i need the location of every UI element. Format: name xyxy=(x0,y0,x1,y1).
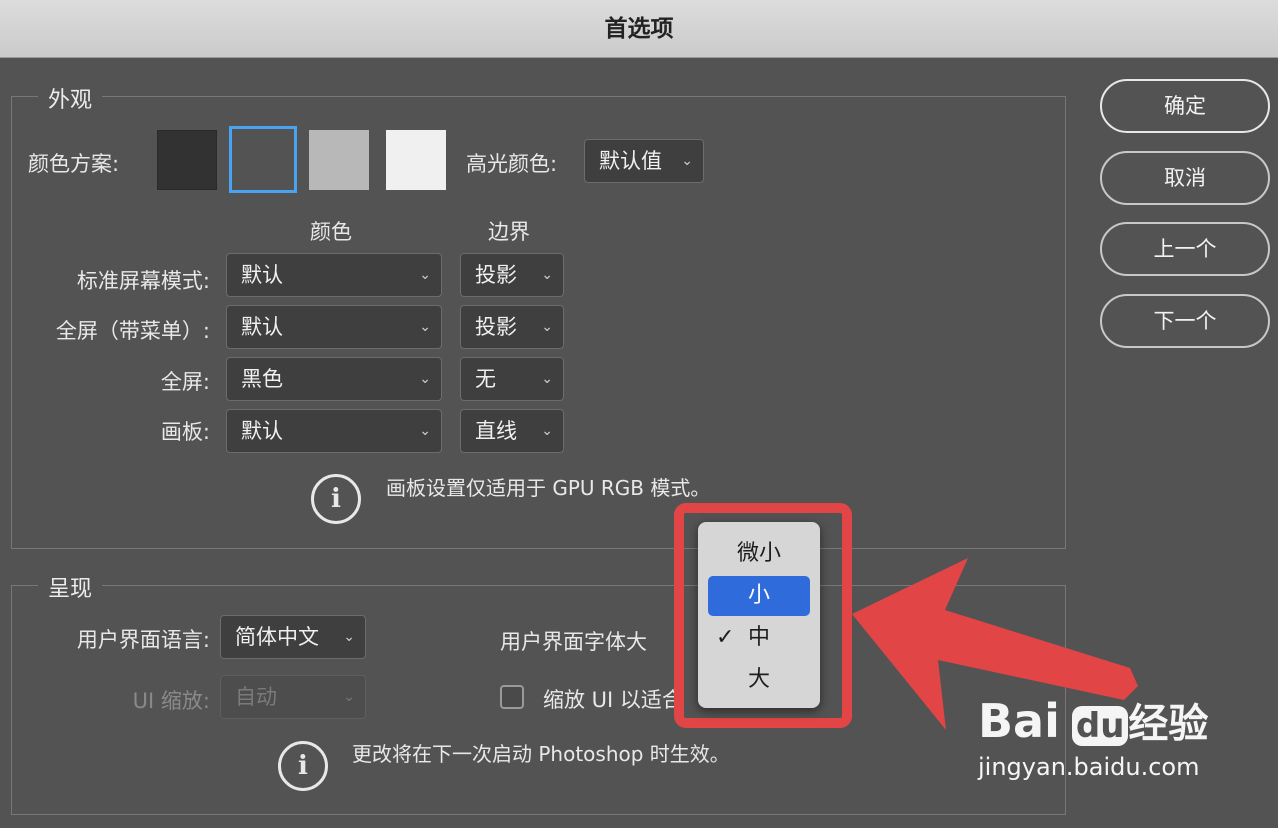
watermark-brand-du: du xyxy=(1071,706,1129,746)
option-label: 小 xyxy=(747,583,770,608)
watermark-brand-cn: 经验 xyxy=(1128,701,1209,747)
font-size-option-medium[interactable]: ✓ 中 xyxy=(708,618,810,658)
option-label: 中 xyxy=(747,625,770,650)
watermark-url: jingyan.baidu.com xyxy=(978,753,1200,781)
checkmark-icon: ✓ xyxy=(716,625,735,650)
font-size-menu: 微小 小 ✓ 中 大 xyxy=(698,522,820,708)
watermark-brand-bai: Bai xyxy=(978,694,1060,748)
font-size-option-large[interactable]: 大 xyxy=(708,660,810,700)
font-size-option-tiny[interactable]: 微小 xyxy=(708,534,810,574)
baidu-watermark: Bai du 经验 jingyan.baidu.com xyxy=(978,695,1208,782)
option-label: 微小 xyxy=(736,541,781,566)
option-label: 大 xyxy=(747,667,770,692)
font-size-option-small[interactable]: 小 xyxy=(708,576,810,616)
